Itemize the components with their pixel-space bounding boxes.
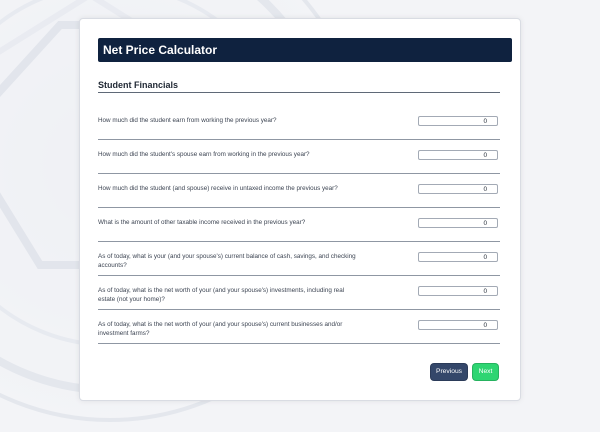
next-button[interactable]: Next xyxy=(472,363,499,381)
student-earnings-input[interactable]: 0 xyxy=(418,116,498,126)
question-label: As of today, what is your (and your spou… xyxy=(98,253,356,269)
previous-button[interactable]: Previous xyxy=(430,363,468,381)
question-row-untaxed-income: How much did the student (and spouse) re… xyxy=(98,174,500,208)
question-label: As of today, what is the net worth of yo… xyxy=(98,287,345,303)
other-taxable-income-input[interactable]: 0 xyxy=(418,218,498,228)
question-row-spouse-earnings: How much did the student's spouse earn f… xyxy=(98,140,500,174)
section-divider xyxy=(98,92,500,93)
question-label: What is the amount of other taxable inco… xyxy=(98,219,306,226)
calculator-card: Net Price Calculator Student Financials … xyxy=(79,18,521,401)
question-label: How much did the student (and spouse) re… xyxy=(98,185,338,192)
cash-savings-input[interactable]: 0 xyxy=(418,252,498,262)
untaxed-income-input[interactable]: 0 xyxy=(418,184,498,194)
question-row-businesses: As of today, what is the net worth of yo… xyxy=(98,310,500,344)
question-row-student-earnings: How much did the student earn from worki… xyxy=(98,106,500,140)
section-title: Student Financials xyxy=(98,80,179,90)
question-label: As of today, what is the net worth of yo… xyxy=(98,321,343,337)
question-label: How much did the student earn from worki… xyxy=(98,117,277,124)
investments-input[interactable]: 0 xyxy=(418,286,498,296)
spouse-earnings-input[interactable]: 0 xyxy=(418,150,498,160)
question-row-other-taxable-income: What is the amount of other taxable inco… xyxy=(98,208,500,242)
page-title: Net Price Calculator xyxy=(103,43,218,57)
page-title-banner: Net Price Calculator xyxy=(98,38,512,62)
question-label: How much did the student's spouse earn f… xyxy=(98,151,310,158)
businesses-input[interactable]: 0 xyxy=(418,320,498,330)
question-row-investments: As of today, what is the net worth of yo… xyxy=(98,276,500,310)
question-row-cash-savings: As of today, what is your (and your spou… xyxy=(98,242,500,276)
